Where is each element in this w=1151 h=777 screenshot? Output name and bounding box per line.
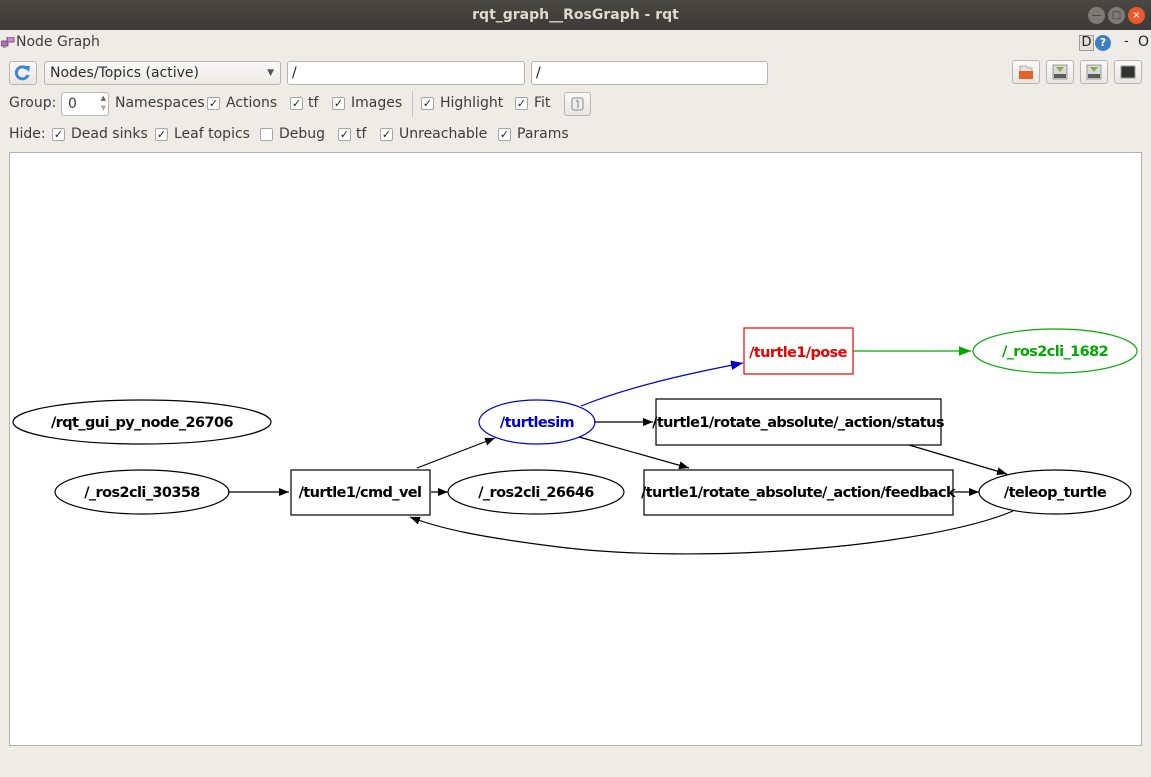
hide-tf-label: tf — [356, 126, 367, 142]
params-label: Params — [517, 126, 569, 142]
topic-filter-input[interactable]: / — [531, 61, 768, 85]
node-label: /turtle1/rotate_absolute/_action/feedbac… — [641, 485, 956, 501]
leaf-topics-checkbox[interactable]: ✓ — [155, 128, 168, 141]
close-button[interactable]: × — [1128, 7, 1145, 24]
graph-mode-value: Nodes/Topics (active) — [50, 65, 199, 81]
images-checkbox[interactable]: ✓ — [332, 97, 345, 110]
fit-view-button[interactable] — [1114, 60, 1142, 84]
edge-cmdvel-turtlesim[interactable] — [416, 437, 496, 469]
debug-checkbox[interactable] — [260, 128, 273, 141]
graph-node-ros2cli-26646[interactable]: /_ros2cli_26646 — [447, 469, 625, 515]
graph-node-cmd-vel[interactable]: /turtle1/cmd_vel — [290, 469, 431, 516]
graph-node-ros2cli-30358[interactable]: /_ros2cli_30358 — [54, 469, 230, 515]
graph-node-status[interactable]: /turtle1/rotate_absolute/_action/status — [652, 398, 944, 446]
node-label: /_ros2cli_1682 — [1002, 344, 1108, 360]
images-label: Images — [351, 95, 403, 111]
dock-close-button[interactable]: O — [1138, 34, 1149, 50]
highlight-label: Highlight — [440, 95, 504, 111]
dead-sinks-checkbox[interactable]: ✓ — [52, 128, 65, 141]
graph-node-ros2cli-1682[interactable]: /_ros2cli_1682 — [972, 328, 1138, 374]
namespaces-label: Namespaces — [115, 95, 205, 111]
help-button[interactable]: ? — [1095, 35, 1111, 51]
fit-checkbox[interactable]: ✓ — [515, 97, 528, 110]
highlight-checkbox[interactable]: ✓ — [421, 97, 434, 110]
unreachable-checkbox[interactable]: ✓ — [380, 128, 393, 141]
tf-label: tf — [308, 95, 319, 111]
refresh-button[interactable] — [9, 61, 37, 85]
plugin-title: Node Graph — [16, 34, 100, 50]
spin-up-icon[interactable]: ▲ — [101, 94, 106, 103]
save-image-button[interactable] — [1080, 60, 1108, 84]
dock-minimize-button[interactable]: - — [1124, 34, 1129, 49]
toolbar-separator — [412, 91, 413, 117]
fit-label: Fit — [534, 95, 551, 111]
hide-tf-checkbox[interactable]: ✓ — [338, 128, 351, 141]
leaf-topics-label: Leaf topics — [174, 126, 250, 142]
node-label: /turtle1/cmd_vel — [299, 485, 422, 501]
window-title: rqt_graph__RosGraph - rqt — [472, 7, 679, 23]
actions-label: Actions — [226, 95, 278, 111]
dock-d-button[interactable]: D — [1079, 35, 1094, 51]
node-label: /turtle1/pose — [749, 345, 848, 361]
tf-checkbox[interactable]: ✓ — [290, 97, 303, 110]
chevron-down-icon: ▼ — [267, 68, 274, 78]
folder-open-icon — [1019, 65, 1033, 79]
graph-node-teleop[interactable]: /teleop_turtle — [978, 469, 1132, 515]
node-label: /_ros2cli_26646 — [478, 485, 594, 501]
edge-turtlesim-feedback[interactable] — [578, 436, 690, 470]
refresh-icon — [14, 65, 30, 81]
node-label: /turtle1/rotate_absolute/_action/status — [652, 415, 944, 431]
node-label: /turtlesim — [500, 415, 574, 431]
fit-in-view-icon — [571, 97, 584, 111]
save-dot-button[interactable] — [1046, 60, 1074, 84]
dead-sinks-label: Dead sinks — [71, 126, 148, 142]
fit-in-view-button[interactable] — [564, 92, 591, 116]
graph-node-turtlesim[interactable]: /turtlesim — [478, 399, 596, 445]
group-value: 0 — [68, 96, 77, 112]
debug-label: Debug — [279, 126, 326, 142]
node-graph-icon — [1, 37, 15, 48]
minimize-button[interactable]: — — [1088, 7, 1105, 24]
graph-node-feedback[interactable]: /turtle1/rotate_absolute/_action/feedbac… — [641, 469, 957, 516]
save-download-icon — [1052, 64, 1068, 80]
unreachable-label: Unreachable — [399, 126, 488, 142]
params-checkbox[interactable]: ✓ — [498, 128, 511, 141]
spin-down-icon[interactable]: ▼ — [101, 104, 106, 113]
load-dot-button[interactable] — [1012, 60, 1040, 84]
maximize-button[interactable]: □ — [1108, 7, 1125, 24]
save-image-icon — [1086, 64, 1102, 80]
node-filter-input[interactable]: / — [287, 61, 525, 85]
actions-checkbox[interactable]: ✓ — [207, 97, 220, 110]
graph-node-rqt-gui[interactable]: /rqt_gui_py_node_26706 — [12, 399, 272, 445]
screen-icon — [1120, 65, 1136, 79]
graph-svg: /rqt_gui_py_node_26706 /_ros2cli_30358 /… — [12, 327, 1138, 555]
node-label: /rqt_gui_py_node_26706 — [51, 415, 234, 431]
node-label: /_ros2cli_30358 — [84, 485, 200, 501]
group-label: Group: — [9, 95, 57, 111]
hide-label: Hide: — [9, 126, 46, 142]
node-label: /teleop_turtle — [1004, 485, 1107, 501]
window-titlebar: rqt_graph__RosGraph - rqt — [0, 0, 1151, 30]
graph-mode-select[interactable]: Nodes/Topics (active) ▼ — [44, 61, 281, 85]
graph-canvas[interactable]: /rqt_gui_py_node_26706 /_ros2cli_30358 /… — [9, 152, 1142, 746]
edge-teleop-cmdvel[interactable] — [409, 510, 1014, 555]
group-spinbox[interactable]: 0 ▲ ▼ — [61, 92, 109, 116]
graph-node-pose[interactable]: /turtle1/pose — [743, 327, 854, 375]
